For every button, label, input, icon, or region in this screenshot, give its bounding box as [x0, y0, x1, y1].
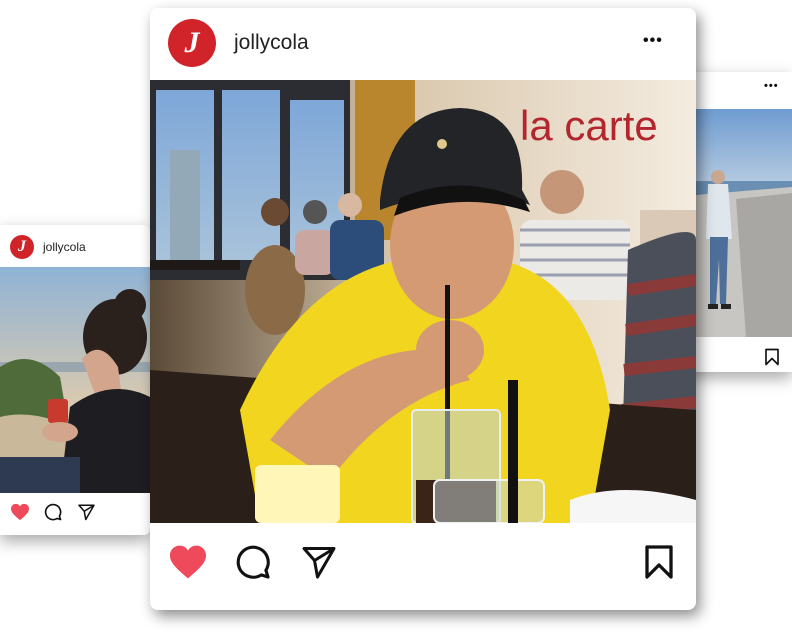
main-post-photo: la carte: [150, 80, 696, 523]
right-post-bookmark-icon[interactable]: [764, 348, 780, 366]
left-post-username[interactable]: jollycola: [43, 240, 86, 254]
main-post-like-icon[interactable]: [168, 544, 208, 580]
main-post-comment-icon[interactable]: [235, 544, 271, 580]
main-post-username[interactable]: jollycola: [234, 31, 309, 55]
main-post-avatar[interactable]: J: [168, 19, 216, 67]
left-post-share-icon[interactable]: [77, 503, 96, 521]
main-post-sign-text: la carte: [520, 102, 658, 149]
left-post-card: J jollycola: [0, 225, 150, 535]
main-post-card: J jollycola ••• la carte: [150, 8, 696, 610]
left-post-photo: [0, 267, 150, 493]
right-post-photo: [696, 109, 792, 337]
main-post-more-icon[interactable]: •••: [643, 32, 663, 50]
left-post-avatar[interactable]: J: [10, 235, 34, 259]
main-post-bookmark-icon[interactable]: [644, 544, 674, 580]
left-post-like-icon[interactable]: [10, 503, 30, 521]
right-post-more-icon[interactable]: •••: [764, 80, 779, 92]
main-post-share-icon[interactable]: [300, 544, 338, 580]
left-post-comment-icon[interactable]: [44, 503, 62, 521]
